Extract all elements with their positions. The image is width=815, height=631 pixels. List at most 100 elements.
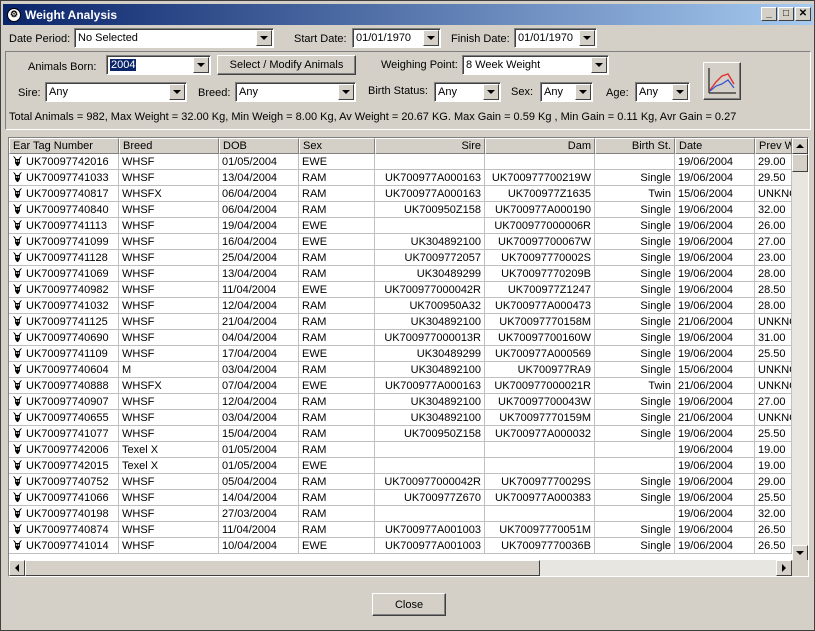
table-row[interactable]: UK70097741033 WHSF 13/04/2004 RAM UK700977A0… [9, 170, 792, 186]
cell-prev-weight: 27.00 [755, 234, 792, 250]
select-modify-animals-button[interactable]: Select / Modify Animals [217, 55, 356, 75]
table-row[interactable]: UK70097741113 WHSF 19/04/2004 EWE UK70097700… [9, 218, 792, 234]
cell-dob: 16/04/2004 [219, 234, 299, 250]
column-header-dam[interactable]: Dam [485, 138, 595, 154]
chevron-down-icon[interactable] [193, 57, 209, 73]
table-row[interactable]: UK70097741077 WHSF 15/04/2004 RAM UK700950Z1… [9, 426, 792, 442]
table-row[interactable]: UK70097740874 WHSF 11/04/2004 RAM UK700977A0… [9, 522, 792, 538]
vertical-scrollbar[interactable] [792, 138, 808, 561]
column-header-prev-weight[interactable]: Prev W [755, 138, 792, 154]
cell-birth-status [595, 442, 675, 458]
cell-prev-weight: 28.00 [755, 266, 792, 282]
table-row[interactable]: UK70097740840 WHSF 06/04/2004 RAM UK700950Z1… [9, 202, 792, 218]
table-row[interactable]: UK70097741014 WHSF 10/04/2004 EWE UK700977A0… [9, 538, 792, 554]
chevron-down-icon[interactable] [579, 30, 595, 46]
table-row[interactable]: UK70097740982 WHSF 11/04/2004 EWE UK70097700… [9, 282, 792, 298]
table-row[interactable]: UK70097741032 WHSF 12/04/2004 RAM UK700950A3… [9, 298, 792, 314]
chevron-down-icon[interactable] [256, 30, 272, 46]
chevron-down-icon[interactable] [483, 84, 499, 100]
table-row[interactable]: UK70097741128 WHSF 25/04/2004 RAM UK70097720… [9, 250, 792, 266]
table-row[interactable]: UK70097740752 WHSF 05/04/2004 RAM UK70097700… [9, 474, 792, 490]
scroll-right-button[interactable] [776, 560, 792, 576]
scroll-down-button[interactable] [792, 545, 808, 561]
date-period-select[interactable]: No Selected [74, 28, 274, 48]
column-header-date[interactable]: Date [675, 138, 755, 154]
chevron-down-icon[interactable] [575, 84, 591, 100]
animals-table[interactable]: Ear Tag Number Breed DOB Sex Sire Dam Birth St… [8, 137, 809, 577]
chevron-down-icon[interactable] [423, 30, 439, 46]
ear-tag-text: UK70097742015 [26, 460, 109, 472]
table-row[interactable]: UK70097740817 WHSFX 06/04/2004 RAM UK700977A… [9, 186, 792, 202]
cell-date: 19/06/2004 [675, 266, 755, 282]
chevron-down-icon[interactable] [169, 84, 185, 100]
horizontal-scrollbar[interactable] [9, 560, 792, 576]
cell-breed: WHSF [119, 426, 219, 442]
column-header-dob[interactable]: DOB [219, 138, 299, 154]
table-row[interactable]: UK70097741066 WHSF 14/04/2004 RAM UK700977Z6… [9, 490, 792, 506]
table-row[interactable]: UK70097741099 WHSF 16/04/2004 EWE UK30489210… [9, 234, 792, 250]
chevron-down-icon[interactable] [591, 57, 607, 73]
table-body[interactable]: UK70097742016 WHSF 01/05/2004 EWE 19/06/2004… [9, 154, 792, 561]
ear-tag-text: UK70097741125 [26, 316, 108, 328]
sheep-icon [12, 507, 23, 519]
start-date-label: Start Date: [294, 33, 347, 45]
cell-breed: WHSF [119, 154, 219, 170]
table-row[interactable]: UK70097740604 M 03/04/2004 RAM UK304892100 UK… [9, 362, 792, 378]
sheep-icon [12, 267, 23, 279]
table-row[interactable]: UK70097742006 Texel X 01/05/2004 RAM 19/06/2… [9, 442, 792, 458]
table-row[interactable]: UK70097740690 WHSF 04/04/2004 RAM UK70097700… [9, 330, 792, 346]
cell-breed: WHSFX [119, 378, 219, 394]
age-select[interactable]: Any [635, 82, 690, 102]
column-header-ear-tag[interactable]: Ear Tag Number [9, 138, 119, 154]
table-row[interactable]: UK70097741125 WHSF 21/04/2004 RAM UK30489210… [9, 314, 792, 330]
table-row[interactable]: UK70097741109 WHSF 17/04/2004 EWE UK30489299… [9, 346, 792, 362]
chevron-down-icon[interactable] [672, 84, 688, 100]
window-title: Weight Analysis [25, 7, 118, 22]
cell-sire: UK700977A000163 [375, 186, 485, 202]
cell-dob: 06/04/2004 [219, 202, 299, 218]
sex-select[interactable]: Any [540, 82, 593, 102]
ear-tag-text: UK70097742016 [26, 156, 109, 168]
breed-select[interactable]: Any [235, 82, 356, 102]
cell-dam: UK70097770051M [485, 522, 595, 538]
column-header-sex[interactable]: Sex [299, 138, 375, 154]
cell-date: 19/06/2004 [675, 426, 755, 442]
weighing-point-select[interactable]: 8 Week Weight [462, 55, 609, 75]
cell-sire: UK700977A001003 [375, 522, 485, 538]
close-button[interactable]: Close [372, 593, 446, 616]
table-row[interactable]: UK70097740655 WHSF 03/04/2004 RAM UK30489210… [9, 410, 792, 426]
finish-date-picker[interactable]: 01/01/1970 [514, 28, 597, 48]
cell-date: 15/06/2004 [675, 362, 755, 378]
chart-button[interactable] [703, 62, 741, 100]
sheep-icon [12, 187, 23, 199]
chevron-down-icon[interactable] [338, 84, 354, 100]
cell-date: 19/06/2004 [675, 250, 755, 266]
maximize-button[interactable]: □ [778, 7, 794, 21]
column-header-birth-status[interactable]: Birth St. [595, 138, 675, 154]
animals-born-value: 2004 [110, 59, 137, 71]
vertical-scroll-thumb[interactable] [792, 154, 808, 172]
cell-prev-weight: UNKNC [755, 410, 792, 426]
close-window-button[interactable]: ✕ [795, 7, 811, 21]
cell-prev-weight: UNKNC [755, 314, 792, 330]
table-row[interactable]: UK70097742015 Texel X 01/05/2004 EWE 19/06/2… [9, 458, 792, 474]
table-row[interactable]: UK70097740888 WHSFX 07/04/2004 EWE UK700977A… [9, 378, 792, 394]
cell-sire: UK304892100 [375, 362, 485, 378]
scroll-left-button[interactable] [9, 560, 25, 576]
horizontal-scroll-thumb[interactable] [25, 560, 540, 576]
table-row[interactable]: UK70097741069 WHSF 13/04/2004 RAM UK30489299… [9, 266, 792, 282]
title-bar[interactable]: ⚙ Weight Analysis _ □ ✕ [3, 4, 813, 25]
sire-select[interactable]: Any [45, 82, 187, 102]
minimize-button[interactable]: _ [761, 7, 777, 21]
table-row[interactable]: UK70097740907 WHSF 12/04/2004 RAM UK30489210… [9, 394, 792, 410]
table-row[interactable]: UK70097742016 WHSF 01/05/2004 EWE 19/06/2004… [9, 154, 792, 170]
column-header-sire[interactable]: Sire [375, 138, 485, 154]
scroll-up-button[interactable] [792, 138, 808, 154]
table-row[interactable]: UK70097740198 WHSF 27/03/2004 RAM 19/06/2004… [9, 506, 792, 522]
birth-status-select[interactable]: Any [434, 82, 501, 102]
column-header-breed[interactable]: Breed [119, 138, 219, 154]
animals-born-select[interactable]: 2004 [106, 55, 211, 75]
cell-prev-weight: 32.00 [755, 506, 792, 522]
cell-breed: Texel X [119, 442, 219, 458]
start-date-picker[interactable]: 01/01/1970 [352, 28, 441, 48]
